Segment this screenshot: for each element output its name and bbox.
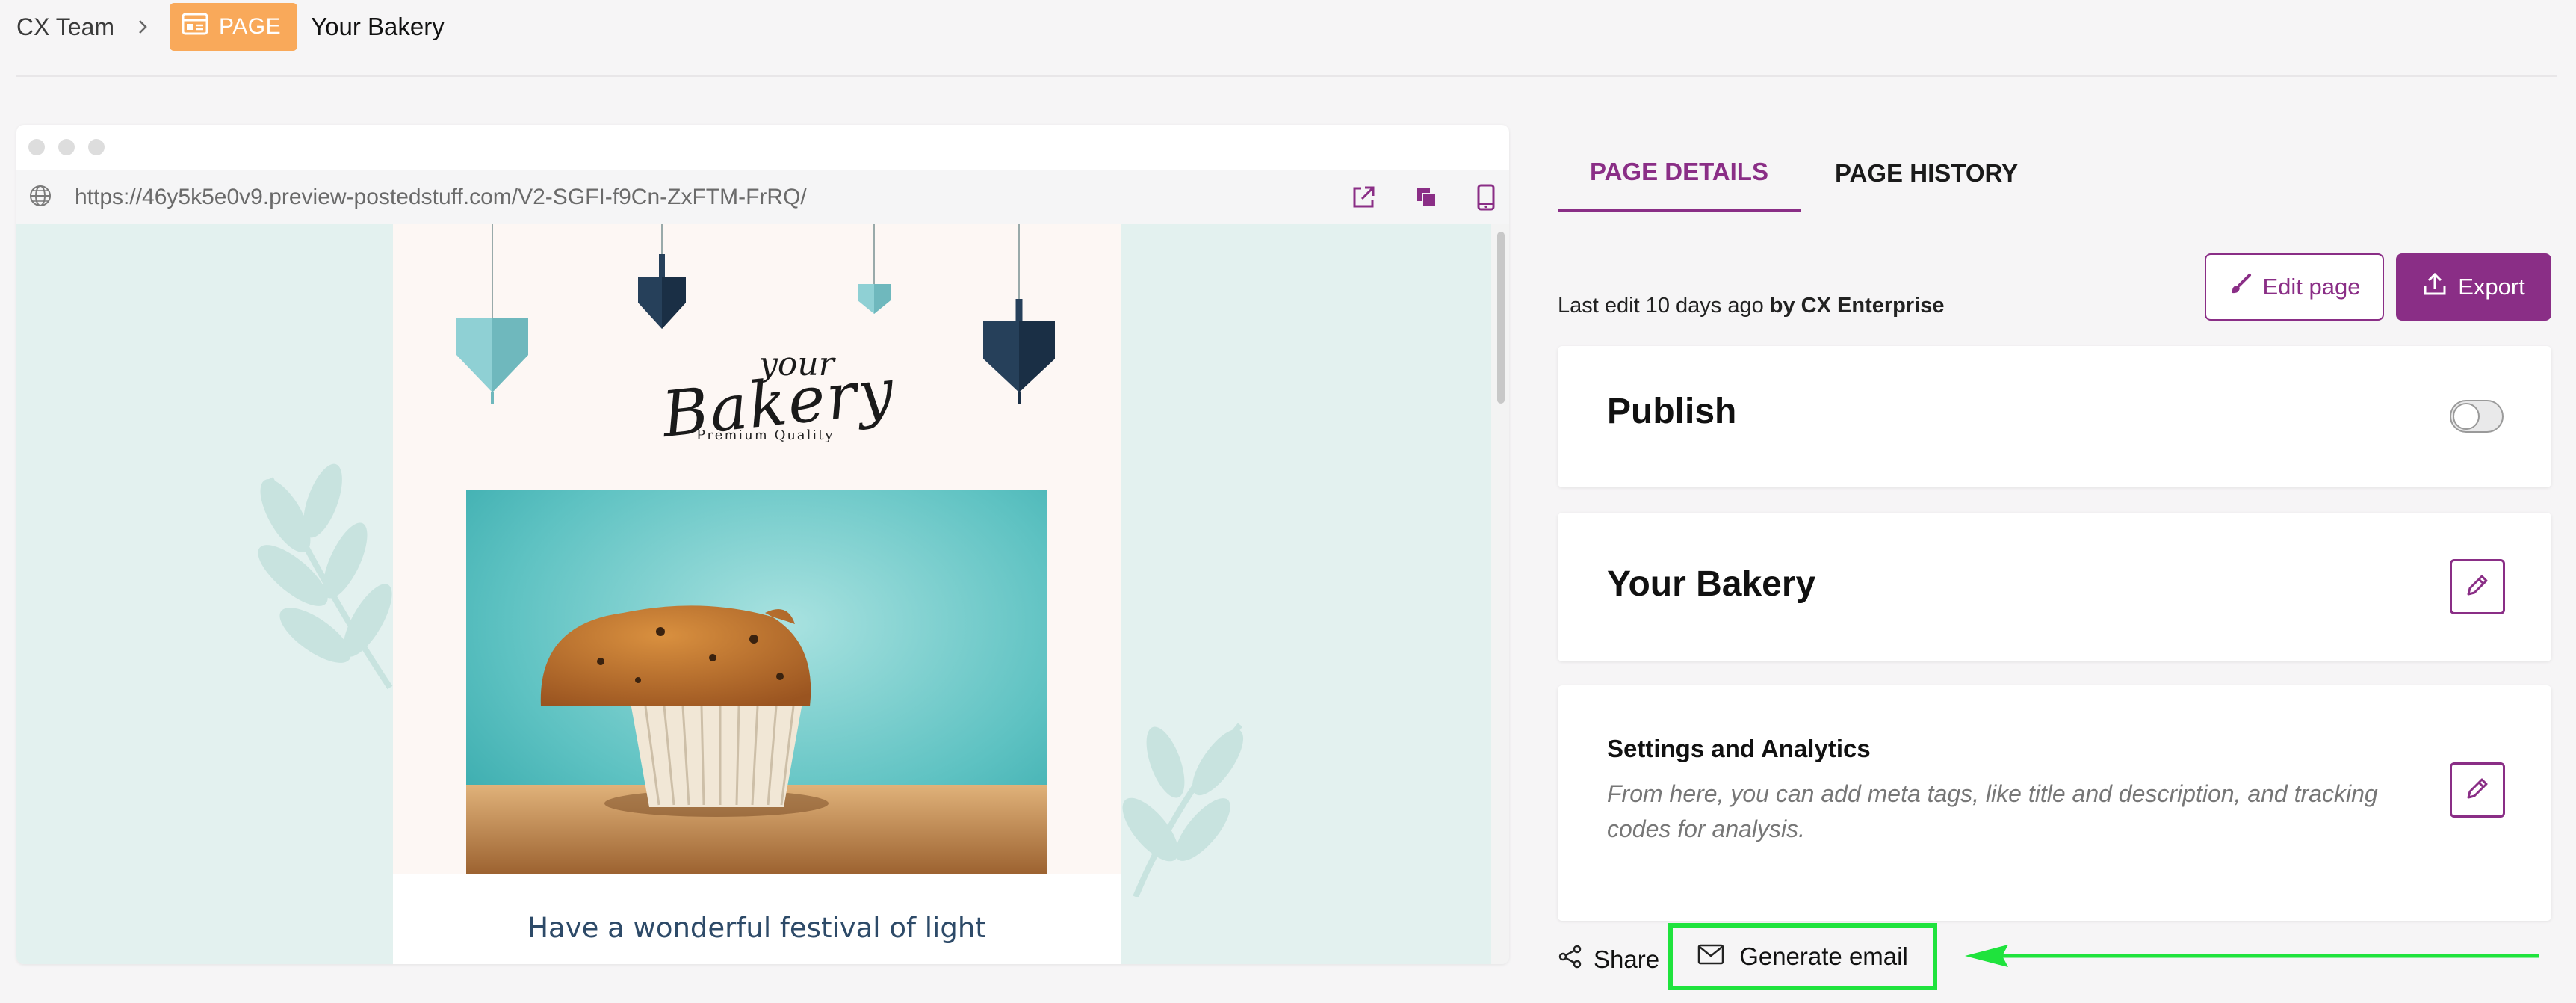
last-edit-info: Last edit 10 days ago by CX Enterprise <box>1558 294 1944 318</box>
page-title: Your Bakery <box>1607 564 1816 604</box>
toggle-knob <box>2453 403 2480 430</box>
leaf-decoration-left <box>258 463 393 690</box>
window-dot <box>58 139 75 155</box>
chevron-right-icon <box>137 18 149 36</box>
export-button[interactable]: Export <box>2396 253 2551 321</box>
festival-greeting: Have a wonderful festival of light <box>527 912 986 944</box>
page-tabs: PAGE DETAILS PAGE HISTORY <box>1558 135 2018 212</box>
page-type-badge: PAGE <box>170 3 298 51</box>
settings-heading: Settings and Analytics <box>1607 735 1871 762</box>
copy-icon[interactable] <box>1414 185 1439 210</box>
edit-page-button[interactable]: Edit page <box>2205 253 2384 321</box>
publish-label: Publish <box>1607 392 1737 431</box>
publish-card: Publish <box>1558 346 2551 487</box>
tab-page-history[interactable]: PAGE HISTORY <box>1835 135 2018 212</box>
edit-title-button[interactable] <box>2450 559 2505 614</box>
settings-description: From here, you can add meta tags, like t… <box>1607 780 2378 842</box>
page-layout-icon <box>182 13 208 41</box>
settings-analytics-card: Settings and Analytics From here, you ca… <box>1558 685 2551 921</box>
last-edit-time: Last edit 10 days ago <box>1558 294 1764 318</box>
url-bar: https://46y5k5e0v9.preview-postedstuff.c… <box>16 170 1509 224</box>
mobile-view-icon[interactable] <box>1476 184 1496 211</box>
logo-tagline: Premium Quality <box>696 428 835 443</box>
scrollbar-thumb[interactable] <box>1497 232 1505 404</box>
brush-icon <box>2229 272 2253 302</box>
globe-icon <box>28 184 52 212</box>
window-controls <box>16 125 1509 170</box>
window-dot <box>88 139 105 155</box>
publish-toggle[interactable] <box>2450 400 2504 433</box>
preview-actions <box>1351 184 1509 211</box>
pencil-icon <box>2464 572 2491 602</box>
pencil-icon <box>2464 775 2491 806</box>
upload-icon <box>2422 271 2447 303</box>
annotation-arrow-icon <box>1965 945 2539 967</box>
generate-email-label: Generate email <box>1739 942 1908 970</box>
breadcrumb-current: Your Bakery <box>311 13 445 40</box>
page-badge-label: PAGE <box>219 14 282 39</box>
generate-email-button[interactable]: Generate email <box>1668 923 1937 990</box>
edit-page-label: Edit page <box>2262 274 2361 300</box>
export-label: Export <box>2458 274 2525 300</box>
header-divider <box>16 75 2557 77</box>
edit-settings-button[interactable] <box>2450 762 2505 818</box>
window-dot <box>28 139 45 155</box>
share-icon <box>1558 944 1583 975</box>
mail-icon <box>1697 942 1724 971</box>
muffin-photo <box>466 490 1047 874</box>
open-external-icon[interactable] <box>1351 185 1376 210</box>
preview-scrollbar[interactable] <box>1491 224 1509 964</box>
page-title-card: Your Bakery <box>1558 513 2551 661</box>
last-edit-author: by CX Enterprise <box>1769 294 1945 318</box>
preview-url[interactable]: https://46y5k5e0v9.preview-postedstuff.c… <box>75 185 1351 210</box>
browser-preview: https://46y5k5e0v9.preview-postedstuff.c… <box>16 125 1509 964</box>
share-button[interactable]: Share <box>1558 940 1659 979</box>
breadcrumb: CX Team PAGE Your Bakery <box>16 0 445 54</box>
email-preview-card: your Bakery Premium Quality Have a wonde… <box>393 224 1121 964</box>
leaf-decoration-right <box>1122 723 1244 897</box>
tab-page-details[interactable]: PAGE DETAILS <box>1558 135 1801 212</box>
preview-viewport[interactable]: your Bakery Premium Quality Have a wonde… <box>16 224 1509 964</box>
share-label: Share <box>1594 945 1660 973</box>
breadcrumb-root[interactable]: CX Team <box>16 13 114 41</box>
